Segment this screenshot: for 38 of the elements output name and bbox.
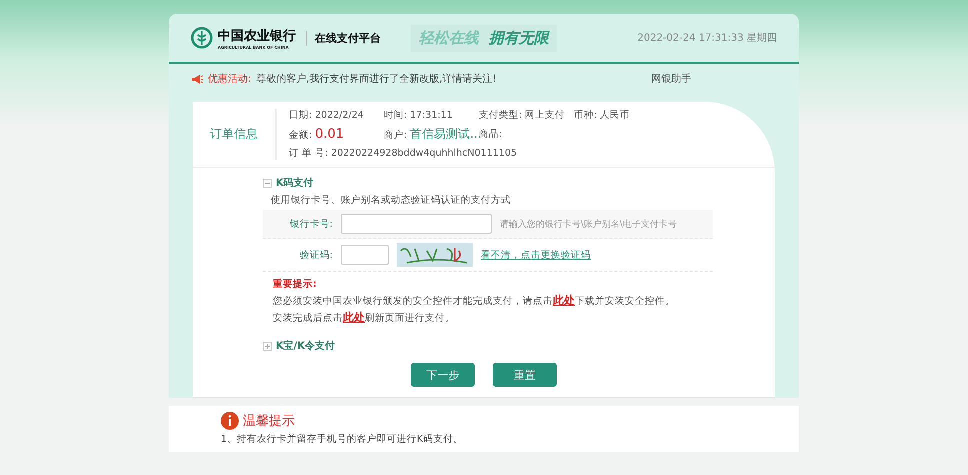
reset-button[interactable]: 重置 bbox=[493, 363, 557, 387]
warning-text: 安装完成后点击此处刷新页面进行支付。 bbox=[273, 310, 456, 325]
datetime: 2022-02-24 17:31:33 星期四 bbox=[638, 32, 777, 45]
tips-title: 温馨提示 bbox=[243, 413, 295, 430]
order-field: 支付类型: 网上支付 bbox=[479, 109, 574, 122]
payment-method-toggle[interactable]: K宝/K令支付 bbox=[263, 339, 775, 353]
warning-title: 重要提示: bbox=[273, 278, 318, 291]
refresh-captcha-link[interactable]: 看不清，点击更换验证码 bbox=[481, 248, 591, 262]
tip-text: 1、持有农行卡并留存手机号的客户即可进行K码支付。 bbox=[221, 433, 464, 446]
payment-method-toggle[interactable]: K码支付 bbox=[263, 176, 775, 190]
helper-link[interactable]: 网银助手 bbox=[651, 72, 692, 86]
order-field: 日期: 2022/2/24 bbox=[289, 109, 384, 122]
captcha-field[interactable] bbox=[341, 245, 389, 265]
order-field: 币种: 人民币 bbox=[574, 109, 684, 122]
here-link[interactable]: 此处 bbox=[553, 294, 575, 307]
card-number-field[interactable] bbox=[341, 214, 492, 234]
platform-title: 在线支付平台 bbox=[306, 30, 381, 46]
megaphone-icon bbox=[191, 74, 203, 84]
promotion-label: 优惠活动: bbox=[208, 72, 252, 86]
field-label: 验证码: bbox=[298, 248, 333, 262]
field-hint: 请输入您的银行卡号\账户别名\电子支付卡号 bbox=[500, 218, 678, 230]
order-field: 金额: 0.01 bbox=[289, 127, 384, 142]
expand-icon bbox=[263, 342, 272, 350]
method-description: 使用银行卡号、账户别名或动态验证码认证的支付方式 bbox=[271, 194, 512, 207]
here-link[interactable]: 此处 bbox=[343, 311, 365, 324]
order-field: 商品: bbox=[479, 128, 574, 141]
field-label: 银行卡号: bbox=[288, 218, 333, 230]
slogan-banner: 轻松在线 拥有无限 bbox=[411, 24, 557, 52]
order-info-title: 订单信息 bbox=[210, 126, 258, 143]
info-icon bbox=[221, 412, 239, 430]
order-number: 订 单 号: 20220224928bddw4quhhlhcN0111105 bbox=[289, 147, 518, 160]
order-field: 时间: 17:31:11 bbox=[384, 109, 479, 122]
warning-text: 您必须安装中国农业银行颁发的安全控件才能完成支付，请点击此处下载并安装安全控件。 bbox=[273, 293, 676, 308]
bank-logo-icon bbox=[191, 27, 213, 49]
bank-name: 中国农业银行 bbox=[218, 28, 296, 44]
promotion-text: 尊敬的客户,我行支付界面进行了全新改版,详情请关注! bbox=[256, 72, 498, 86]
next-button[interactable]: 下一步 bbox=[411, 363, 475, 387]
collapse-icon bbox=[263, 178, 272, 188]
